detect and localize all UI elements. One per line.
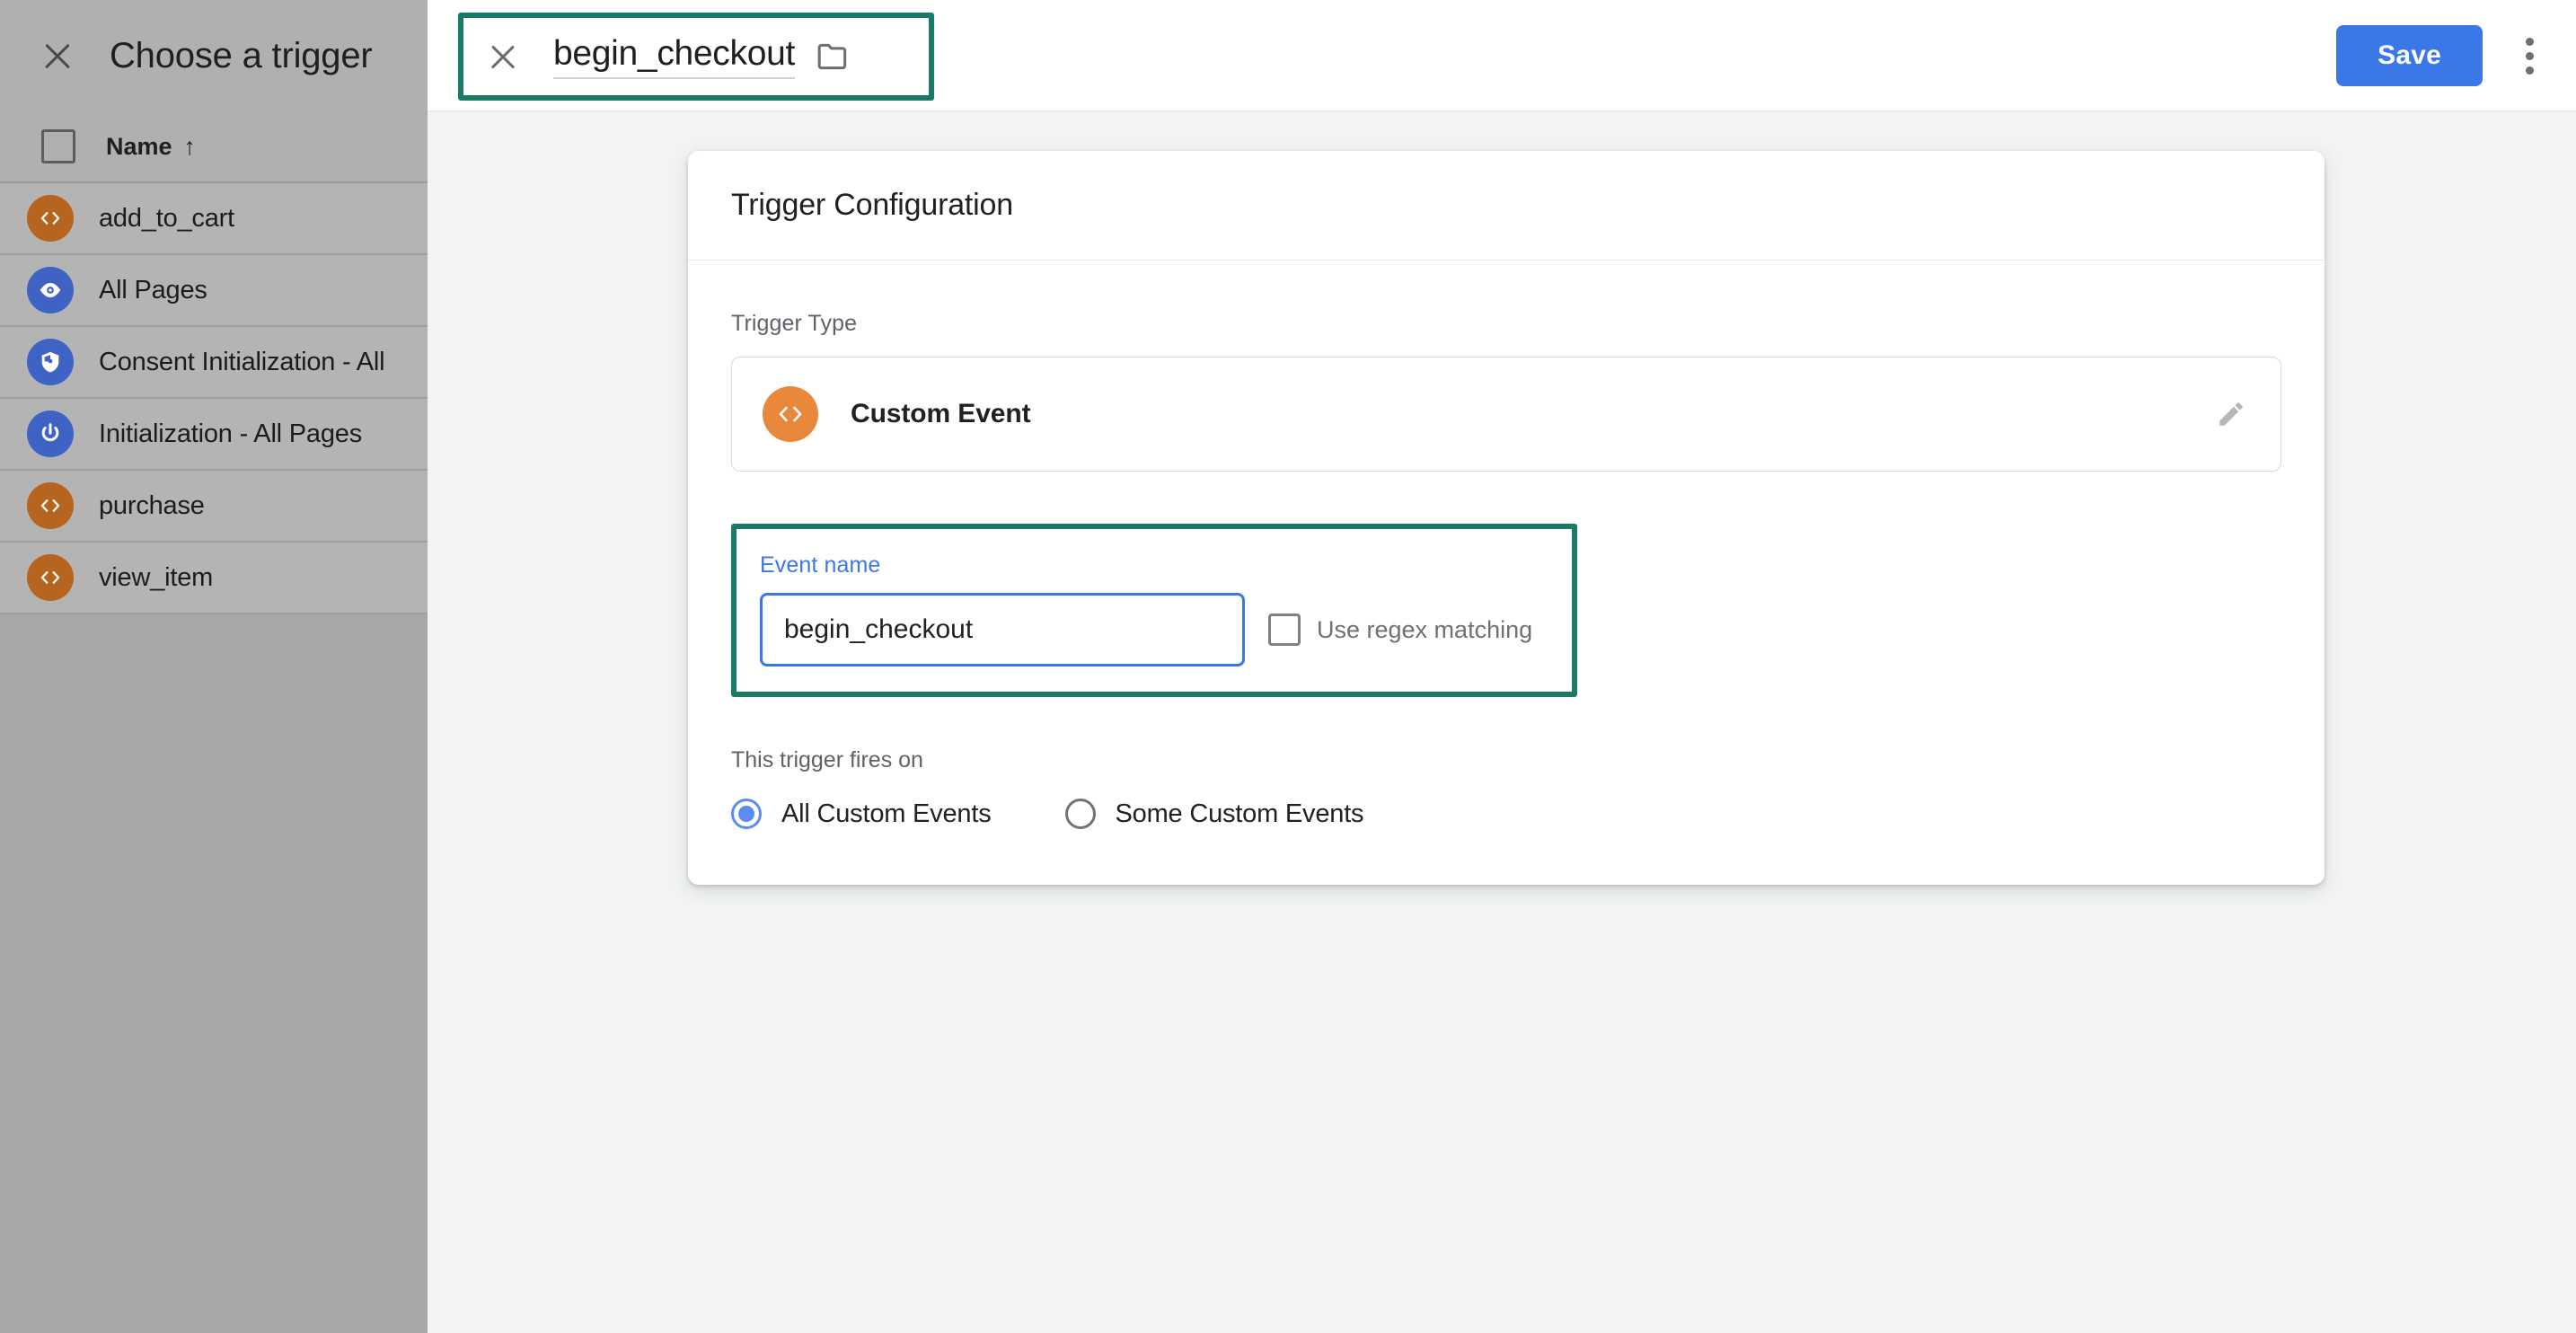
dot bbox=[2525, 51, 2534, 60]
close-icon[interactable] bbox=[483, 37, 523, 76]
trigger-list-item-label: add_to_cart bbox=[99, 203, 234, 233]
pencil-icon[interactable] bbox=[2216, 399, 2246, 429]
fires-on-radio-group: All Custom Events Some Custom Events bbox=[731, 799, 2281, 829]
trigger-list-item-label: view_item bbox=[99, 562, 214, 592]
eye-icon bbox=[27, 267, 74, 313]
code-icon bbox=[27, 482, 74, 529]
dot bbox=[2525, 37, 2534, 46]
radio-option-some-custom-events[interactable]: Some Custom Events bbox=[1064, 799, 1364, 829]
radio-option-label: Some Custom Events bbox=[1115, 799, 1364, 828]
trigger-list-sidebar: Choose a trigger Name ↑ add_to_cart All P… bbox=[0, 0, 428, 1333]
regex-option[interactable]: Use regex matching bbox=[1268, 614, 1532, 646]
fires-on-block: This trigger fires on All Custom Events S… bbox=[731, 747, 2281, 829]
fires-on-label: This trigger fires on bbox=[731, 747, 923, 772]
use-regex-label[interactable]: Use regex matching bbox=[1317, 616, 1532, 644]
select-all-checkbox[interactable] bbox=[41, 129, 75, 163]
sidebar-title: Choose a trigger bbox=[110, 35, 373, 75]
column-header-label: Name bbox=[106, 132, 172, 160]
radio-selected-icon[interactable] bbox=[731, 799, 762, 829]
event-name-highlight: Event name Use regex matching bbox=[731, 524, 1577, 697]
code-icon bbox=[27, 195, 74, 242]
trigger-editor-panel: begin_checkout Save Trigger Configuratio… bbox=[428, 0, 2576, 1333]
dot bbox=[2525, 66, 2534, 75]
editor-topbar: begin_checkout Save bbox=[428, 0, 2576, 111]
trigger-list-item-label: purchase bbox=[99, 490, 205, 520]
topbar-actions: Save bbox=[2336, 0, 2542, 111]
trigger-name-highlight: begin_checkout bbox=[458, 13, 934, 101]
trigger-list-item-label: Consent Initialization - All bbox=[99, 347, 385, 376]
event-name-row: Use regex matching bbox=[760, 593, 1545, 666]
trigger-list-item[interactable]: view_item bbox=[0, 543, 428, 614]
sort-ascending-icon: ↑ bbox=[183, 132, 197, 160]
event-name-label: Event name bbox=[760, 552, 881, 578]
event-name-input[interactable] bbox=[760, 593, 1245, 666]
power-icon bbox=[27, 410, 74, 457]
close-icon[interactable] bbox=[38, 36, 77, 75]
radio-unselected-icon[interactable] bbox=[1064, 799, 1096, 829]
trigger-list-item-label: All Pages bbox=[99, 275, 207, 305]
card-title: Trigger Configuration bbox=[731, 188, 1013, 222]
trigger-type-selector[interactable]: Custom Event bbox=[731, 357, 2281, 472]
use-regex-checkbox[interactable] bbox=[1268, 614, 1301, 646]
trigger-list-item[interactable]: purchase bbox=[0, 471, 428, 543]
more-vert-icon[interactable] bbox=[2517, 29, 2542, 84]
trigger-list-item[interactable]: Consent Initialization - All bbox=[0, 327, 428, 399]
code-icon bbox=[27, 554, 74, 601]
sidebar-table-header: Name ↑ bbox=[0, 111, 428, 183]
sidebar-header: Choose a trigger bbox=[0, 0, 428, 111]
save-button[interactable]: Save bbox=[2336, 25, 2483, 86]
trigger-name-input[interactable]: begin_checkout bbox=[553, 34, 795, 79]
trigger-list-item-label: Initialization - All Pages bbox=[99, 419, 363, 448]
trigger-type-label: Trigger Type bbox=[731, 311, 858, 336]
trigger-list-item[interactable]: Initialization - All Pages bbox=[0, 399, 428, 471]
radio-option-all-custom-events[interactable]: All Custom Events bbox=[731, 799, 992, 829]
card-body: Trigger Type Custom Event Event name beg… bbox=[688, 260, 2325, 885]
card-header: Trigger Configuration bbox=[688, 151, 2325, 260]
trigger-type-value: Custom Event bbox=[851, 399, 1031, 428]
code-icon bbox=[763, 386, 818, 442]
trigger-list: add_to_cart All Pages Consent Initializati… bbox=[0, 183, 428, 614]
trigger-list-item[interactable]: All Pages bbox=[0, 255, 428, 327]
trigger-list-item[interactable]: add_to_cart bbox=[0, 183, 428, 255]
radio-option-label: All Custom Events bbox=[781, 799, 992, 828]
folder-icon[interactable] bbox=[816, 42, 851, 71]
shield-icon bbox=[27, 339, 74, 385]
trigger-configuration-card: Trigger Configuration Trigger Type Custo… bbox=[688, 151, 2325, 885]
column-header-name[interactable]: Name ↑ bbox=[106, 133, 196, 161]
